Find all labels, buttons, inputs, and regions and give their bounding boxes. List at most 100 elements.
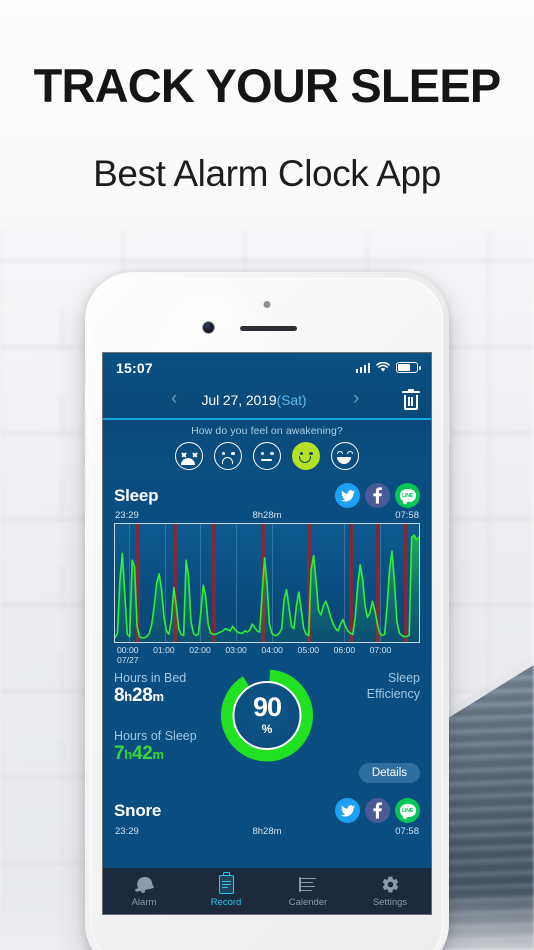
hib-mins-unit: m bbox=[152, 689, 164, 704]
sleep-graph-container: 23:29 8h28m 07:58 00:00 07/27 01:00 02:0… bbox=[103, 509, 431, 667]
snore-line-share-button[interactable]: LINE bbox=[395, 798, 420, 823]
sleep-movement-chart[interactable] bbox=[114, 523, 420, 643]
clipboard-icon bbox=[218, 872, 234, 894]
sleep-section-title: Sleep bbox=[114, 485, 159, 505]
tab-settings[interactable]: Settings bbox=[349, 868, 431, 914]
sleep-end-time: 07:58 bbox=[395, 510, 419, 521]
hos-mins: 42 bbox=[131, 743, 153, 764]
facebook-icon bbox=[373, 802, 382, 819]
snore-facebook-share-button[interactable] bbox=[365, 798, 390, 823]
snore-share-buttons: LINE bbox=[335, 798, 420, 823]
phone-power-button[interactable] bbox=[448, 392, 451, 444]
snore-end-time: 07:58 bbox=[395, 826, 419, 837]
details-button[interactable]: Details bbox=[358, 763, 420, 783]
tab-calender[interactable]: Calender bbox=[267, 868, 349, 914]
date-text: Jul 27, 2019 bbox=[201, 392, 277, 408]
mood-section: How do you feel on awakening? bbox=[103, 420, 431, 478]
date-navigation-bar: ‹ Jul 27, 2019(Sat) › bbox=[103, 382, 431, 418]
twitter-icon bbox=[340, 804, 355, 817]
hours-in-bed-stat: Hours in Bed 8h28m bbox=[114, 671, 186, 707]
sleep-efficiency-label-line1: Sleep bbox=[388, 671, 420, 685]
battery-icon bbox=[396, 362, 421, 373]
sleep-efficiency-label-line2: Efficiency bbox=[366, 686, 420, 701]
sleep-stats: Hours in Bed 8h28m Hours of Sleep 7h42m … bbox=[103, 667, 431, 789]
phone-volume-up-button[interactable] bbox=[83, 412, 86, 456]
bottom-tab-bar: Alarm Record Calender Settings bbox=[103, 868, 431, 914]
sleep-graph-axis: 00:00 07/27 01:00 02:00 03:00 04:00 05:00 06:00… bbox=[114, 645, 420, 667]
date-day-of-week: (Sat) bbox=[276, 392, 307, 408]
snore-times: 23:29 8h28m 07:58 bbox=[103, 824, 431, 837]
hos-mins-unit: m bbox=[152, 747, 164, 762]
face-sad[interactable] bbox=[214, 442, 242, 470]
sleep-efficiency-ring: 90 % bbox=[221, 669, 314, 762]
twitter-icon bbox=[340, 489, 355, 502]
sleep-start-time: 23:29 bbox=[115, 510, 139, 521]
app-scroll-view[interactable]: 15:07 ‹ Jul 27, 2019(Sat) › How do you f… bbox=[103, 353, 431, 914]
axis-tick-label: 03:00 bbox=[225, 645, 247, 655]
snore-duration: 8h28m bbox=[252, 826, 282, 837]
sleep-section-header: Sleep LINE bbox=[103, 478, 431, 509]
status-bar-time: 15:07 bbox=[116, 359, 153, 376]
tab-calender-label: Calender bbox=[288, 897, 328, 908]
snore-section: Snore LINE 23:29 8h28m 07:58 bbox=[103, 789, 431, 837]
mood-face-row bbox=[103, 442, 431, 470]
face-great[interactable] bbox=[331, 442, 359, 470]
hours-of-sleep-stat: Hours of Sleep 7h42m bbox=[114, 729, 197, 765]
facebook-share-button[interactable] bbox=[365, 483, 390, 508]
axis-tick-label: 06:00 bbox=[333, 645, 356, 655]
hos-hours-unit: h bbox=[124, 747, 132, 762]
efficiency-value: 90 bbox=[252, 692, 282, 723]
tab-alarm[interactable]: Alarm bbox=[103, 868, 185, 914]
efficiency-unit: % bbox=[261, 721, 273, 736]
face-terrible[interactable] bbox=[175, 442, 203, 470]
axis-tick-label: 01:00 bbox=[153, 645, 175, 655]
hib-hours: 8 bbox=[114, 685, 125, 706]
status-bar: 15:07 bbox=[103, 353, 431, 382]
proximity-sensor-icon bbox=[263, 301, 271, 308]
gear-icon-svg bbox=[382, 876, 398, 892]
axis-tick-label: 07:00 bbox=[369, 645, 392, 655]
axis-tick-label: 04:00 bbox=[261, 645, 283, 655]
status-bar-indicators bbox=[355, 362, 421, 373]
sleep-duration: 8h28m bbox=[252, 510, 282, 521]
phone-volume-down-button[interactable] bbox=[83, 468, 86, 512]
sleep-graph-times: 23:29 8h28m 07:58 bbox=[114, 509, 420, 523]
sleep-efficiency-label: Sleep Efficiency bbox=[367, 671, 420, 702]
bell-icon bbox=[134, 874, 154, 894]
snore-section-header: Snore LINE bbox=[103, 793, 431, 824]
hours-of-sleep-value: 7h42m bbox=[114, 743, 197, 765]
front-camera-icon bbox=[203, 322, 214, 333]
wifi-icon bbox=[376, 362, 390, 372]
axis-tick-label: 00:00 07/27 bbox=[117, 645, 139, 665]
face-good[interactable] bbox=[292, 442, 320, 470]
hours-in-bed-value: 8h28m bbox=[114, 685, 186, 707]
list-icon bbox=[299, 874, 317, 894]
chevron-right-icon[interactable]: › bbox=[349, 389, 363, 408]
snore-start-time: 23:29 bbox=[115, 826, 139, 837]
phone-mute-switch[interactable] bbox=[83, 360, 86, 386]
hours-of-sleep-label: Hours of Sleep bbox=[114, 729, 197, 743]
line-icon: LINE bbox=[399, 489, 416, 502]
promo-headline: TRACK YOUR SLEEP bbox=[33, 59, 502, 112]
cellular-signal-icon bbox=[355, 362, 370, 373]
trash-icon[interactable] bbox=[402, 389, 420, 410]
line-share-button[interactable]: LINE bbox=[395, 483, 420, 508]
promo-subhead: Best Alarm Clock App bbox=[93, 153, 441, 194]
mood-question: How do you feel on awakening? bbox=[191, 425, 343, 437]
tab-record-label: Record bbox=[210, 897, 242, 908]
hib-hours-unit: h bbox=[124, 689, 132, 704]
current-date-label: Jul 27, 2019(Sat) bbox=[103, 392, 431, 408]
tab-record[interactable]: Record bbox=[185, 868, 267, 914]
sleep-share-buttons: LINE bbox=[335, 483, 420, 508]
hours-in-bed-label: Hours in Bed bbox=[114, 671, 187, 685]
tab-alarm-label: Alarm bbox=[131, 897, 157, 908]
twitter-share-button[interactable] bbox=[335, 483, 360, 508]
face-neutral[interactable] bbox=[253, 442, 281, 470]
snore-section-title: Snore bbox=[114, 800, 162, 820]
hib-mins: 28 bbox=[131, 685, 153, 706]
sleep-movement-plot bbox=[115, 534, 419, 642]
gear-icon bbox=[381, 874, 400, 894]
tab-settings-label: Settings bbox=[372, 897, 408, 908]
axis-tick-label: 02:00 bbox=[189, 645, 211, 655]
snore-twitter-share-button[interactable] bbox=[335, 798, 360, 823]
